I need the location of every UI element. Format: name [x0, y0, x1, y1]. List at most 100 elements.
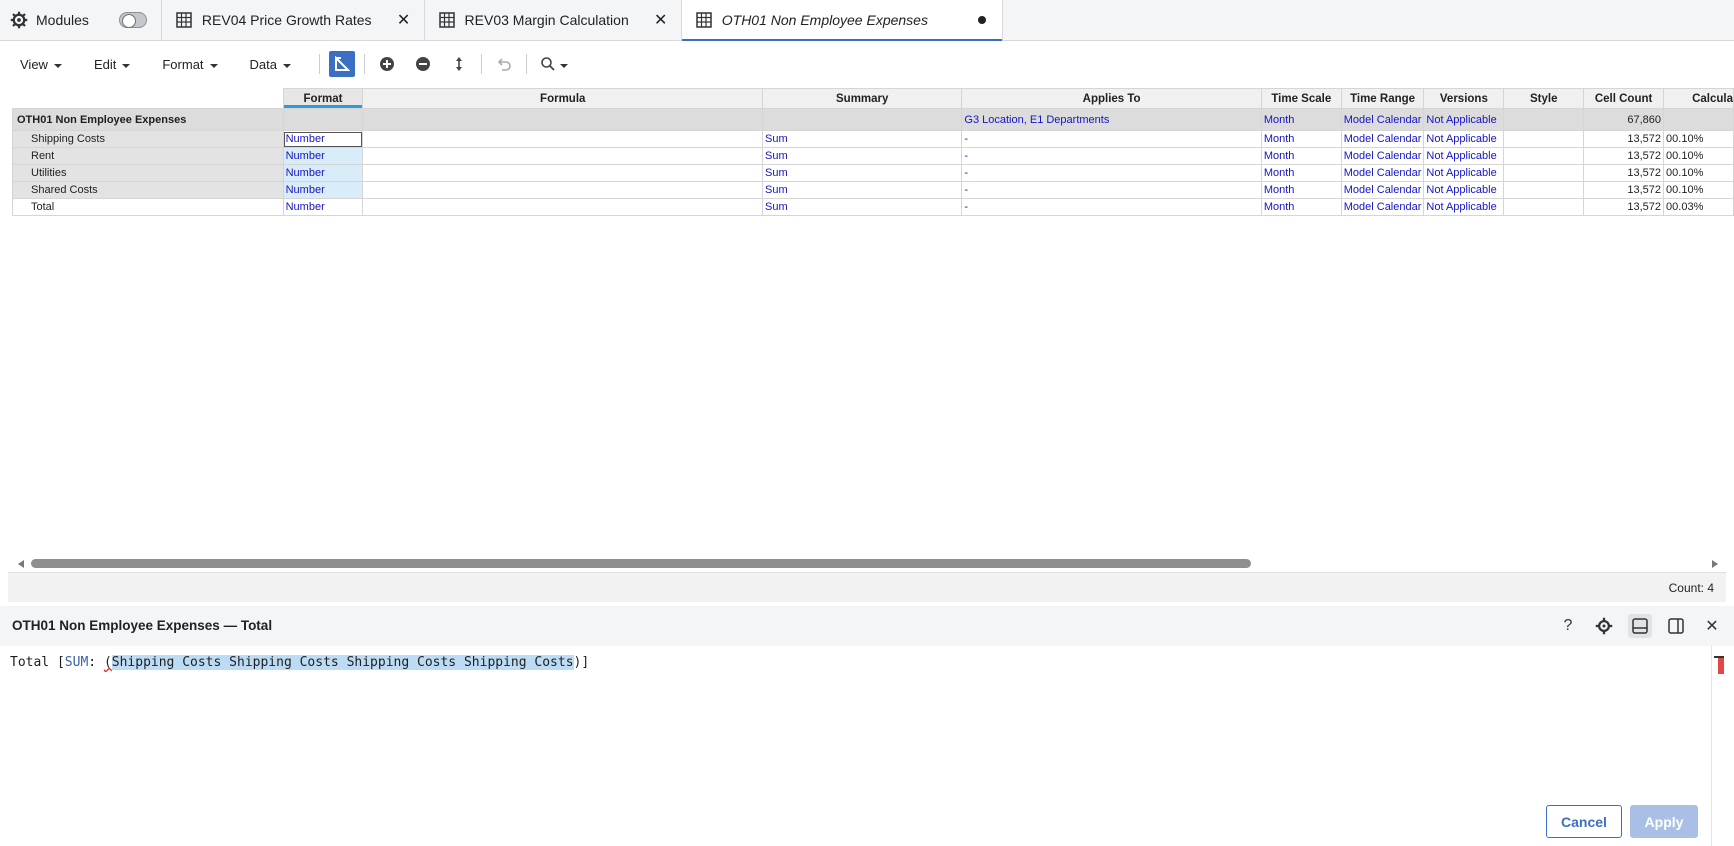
cell-cell-count[interactable]: 13,572 [1583, 164, 1665, 182]
column-header-applies-to[interactable]: Applies To [961, 88, 1262, 109]
cell-formula[interactable] [362, 108, 764, 131]
cell-style[interactable] [1503, 108, 1585, 131]
cell-cell-count[interactable]: 67,860 [1583, 108, 1665, 131]
cell-versions[interactable]: Not Applicable [1423, 130, 1505, 148]
cell-time-scale[interactable]: Month [1260, 181, 1342, 199]
cell-calculation[interactable]: 00.10% [1663, 130, 1734, 148]
cell-formula[interactable] [362, 181, 764, 199]
search-button[interactable] [536, 51, 572, 77]
cell-applies-to[interactable]: G3 Location, E1 Departments [961, 108, 1262, 131]
cell-time-scale[interactable]: Month [1260, 164, 1342, 182]
cell-time-scale[interactable]: Month [1260, 147, 1342, 165]
dock-right-icon[interactable] [1664, 614, 1688, 638]
column-header-formula[interactable]: Formula [362, 88, 764, 109]
cell-summary[interactable]: Sum [762, 198, 963, 216]
cell-format[interactable]: Number [282, 130, 364, 148]
cell-style[interactable] [1503, 181, 1585, 199]
cell-time-range[interactable]: Model Calendar [1340, 130, 1425, 148]
cell-calculation[interactable]: 00.10% [1663, 164, 1734, 182]
cell-time-range[interactable]: Model Calendar [1340, 198, 1425, 216]
scroll-left-icon[interactable] [18, 560, 24, 568]
column-header-time-range[interactable]: Time Range [1340, 88, 1425, 109]
close-icon[interactable]: ✕ [1700, 614, 1724, 638]
cell-applies-to[interactable]: - [961, 181, 1262, 199]
cell-summary[interactable]: Sum [762, 164, 963, 182]
formula-editor[interactable]: Total [SUM: (Shipping Costs Shipping Cos… [0, 646, 1712, 846]
cell-versions[interactable]: Not Applicable [1423, 147, 1505, 165]
modules-toggle[interactable] [118, 12, 147, 28]
column-header-style[interactable]: Style [1503, 88, 1585, 109]
cell-calculation[interactable]: 00.03% [1663, 198, 1734, 216]
gear-icon[interactable] [10, 11, 28, 29]
apply-button[interactable]: Apply [1630, 805, 1698, 838]
scrollbar-thumb[interactable] [31, 559, 1251, 568]
blueprint-toggle-button[interactable] [329, 51, 355, 77]
cell-format[interactable]: Number [282, 147, 364, 165]
dock-bottom-icon[interactable] [1628, 614, 1652, 638]
cell-versions[interactable]: Not Applicable [1423, 181, 1505, 199]
column-header-time-scale[interactable]: Time Scale [1260, 88, 1342, 109]
row-label[interactable]: Shared Costs [12, 181, 284, 199]
format-menu[interactable]: Format [154, 57, 225, 72]
cell-summary[interactable]: Sum [762, 130, 963, 148]
horizontal-scrollbar[interactable] [12, 557, 1724, 571]
column-header-cell-count[interactable]: Cell Count [1583, 88, 1665, 109]
row-label[interactable]: Utilities [12, 164, 284, 182]
cell-time-scale[interactable]: Month [1260, 130, 1342, 148]
scroll-right-icon[interactable] [1712, 560, 1718, 568]
cell-calculation[interactable]: 00.10% [1663, 147, 1734, 165]
cell-time-scale[interactable]: Month [1260, 198, 1342, 216]
cell-cell-count[interactable]: 13,572 [1583, 181, 1665, 199]
cell-format[interactable] [282, 108, 364, 131]
cell-formula[interactable] [362, 164, 764, 182]
column-header-calculation[interactable]: Calcula [1663, 88, 1734, 109]
cancel-button[interactable]: Cancel [1546, 805, 1622, 838]
cell-time-range[interactable]: Model Calendar [1340, 181, 1425, 199]
insert-button[interactable] [374, 51, 400, 77]
cell-summary[interactable]: Sum [762, 181, 963, 199]
close-icon[interactable]: ✕ [653, 10, 669, 30]
cell-format[interactable]: Number [282, 181, 364, 199]
row-label[interactable]: Shipping Costs [12, 130, 284, 148]
cell-style[interactable] [1503, 147, 1585, 165]
cell-time-range[interactable]: Model Calendar [1340, 164, 1425, 182]
cell-versions[interactable]: Not Applicable [1423, 108, 1505, 131]
cell-formula[interactable] [362, 147, 764, 165]
cell-time-range[interactable]: Model Calendar [1340, 147, 1425, 165]
cell-calculation[interactable] [1663, 108, 1734, 131]
tab-rev03[interactable]: REV03 Margin Calculation ✕ [425, 0, 682, 40]
cell-formula[interactable] [362, 198, 764, 216]
cell-applies-to[interactable]: - [961, 147, 1262, 165]
undo-button[interactable] [491, 51, 517, 77]
column-header-summary[interactable]: Summary [762, 88, 963, 109]
cell-summary[interactable]: Sum [762, 147, 963, 165]
row-label[interactable]: Rent [12, 147, 284, 165]
view-menu[interactable]: View [12, 57, 70, 72]
data-menu[interactable]: Data [242, 57, 299, 72]
cell-summary[interactable] [762, 108, 963, 131]
cell-style[interactable] [1503, 198, 1585, 216]
cell-applies-to[interactable]: - [961, 130, 1262, 148]
close-icon[interactable]: ✕ [396, 10, 412, 30]
cell-time-range[interactable]: Model Calendar [1340, 108, 1425, 131]
formula-text[interactable]: Total [SUM: (Shipping Costs Shipping Cos… [10, 655, 589, 670]
column-header-versions[interactable]: Versions [1423, 88, 1505, 109]
cell-format[interactable]: Number [282, 164, 364, 182]
column-header-format[interactable]: Format [282, 88, 364, 109]
cell-cell-count[interactable]: 13,572 [1583, 147, 1665, 165]
cell-cell-count[interactable]: 13,572 [1583, 198, 1665, 216]
move-button[interactable] [446, 51, 472, 77]
cell-applies-to[interactable]: - [961, 198, 1262, 216]
cell-format[interactable]: Number [282, 198, 364, 216]
tab-oth01[interactable]: OTH01 Non Employee Expenses [681, 0, 1003, 41]
cell-calculation[interactable]: 00.10% [1663, 181, 1734, 199]
delete-button[interactable] [410, 51, 436, 77]
cell-style[interactable] [1503, 130, 1585, 148]
help-icon[interactable]: ? [1556, 614, 1580, 638]
cell-formula[interactable] [362, 130, 764, 148]
cell-cell-count[interactable]: 13,572 [1583, 130, 1665, 148]
edit-menu[interactable]: Edit [86, 57, 138, 72]
cell-applies-to[interactable]: - [961, 164, 1262, 182]
tab-rev04[interactable]: REV04 Price Growth Rates ✕ [162, 0, 425, 40]
cell-versions[interactable]: Not Applicable [1423, 164, 1505, 182]
